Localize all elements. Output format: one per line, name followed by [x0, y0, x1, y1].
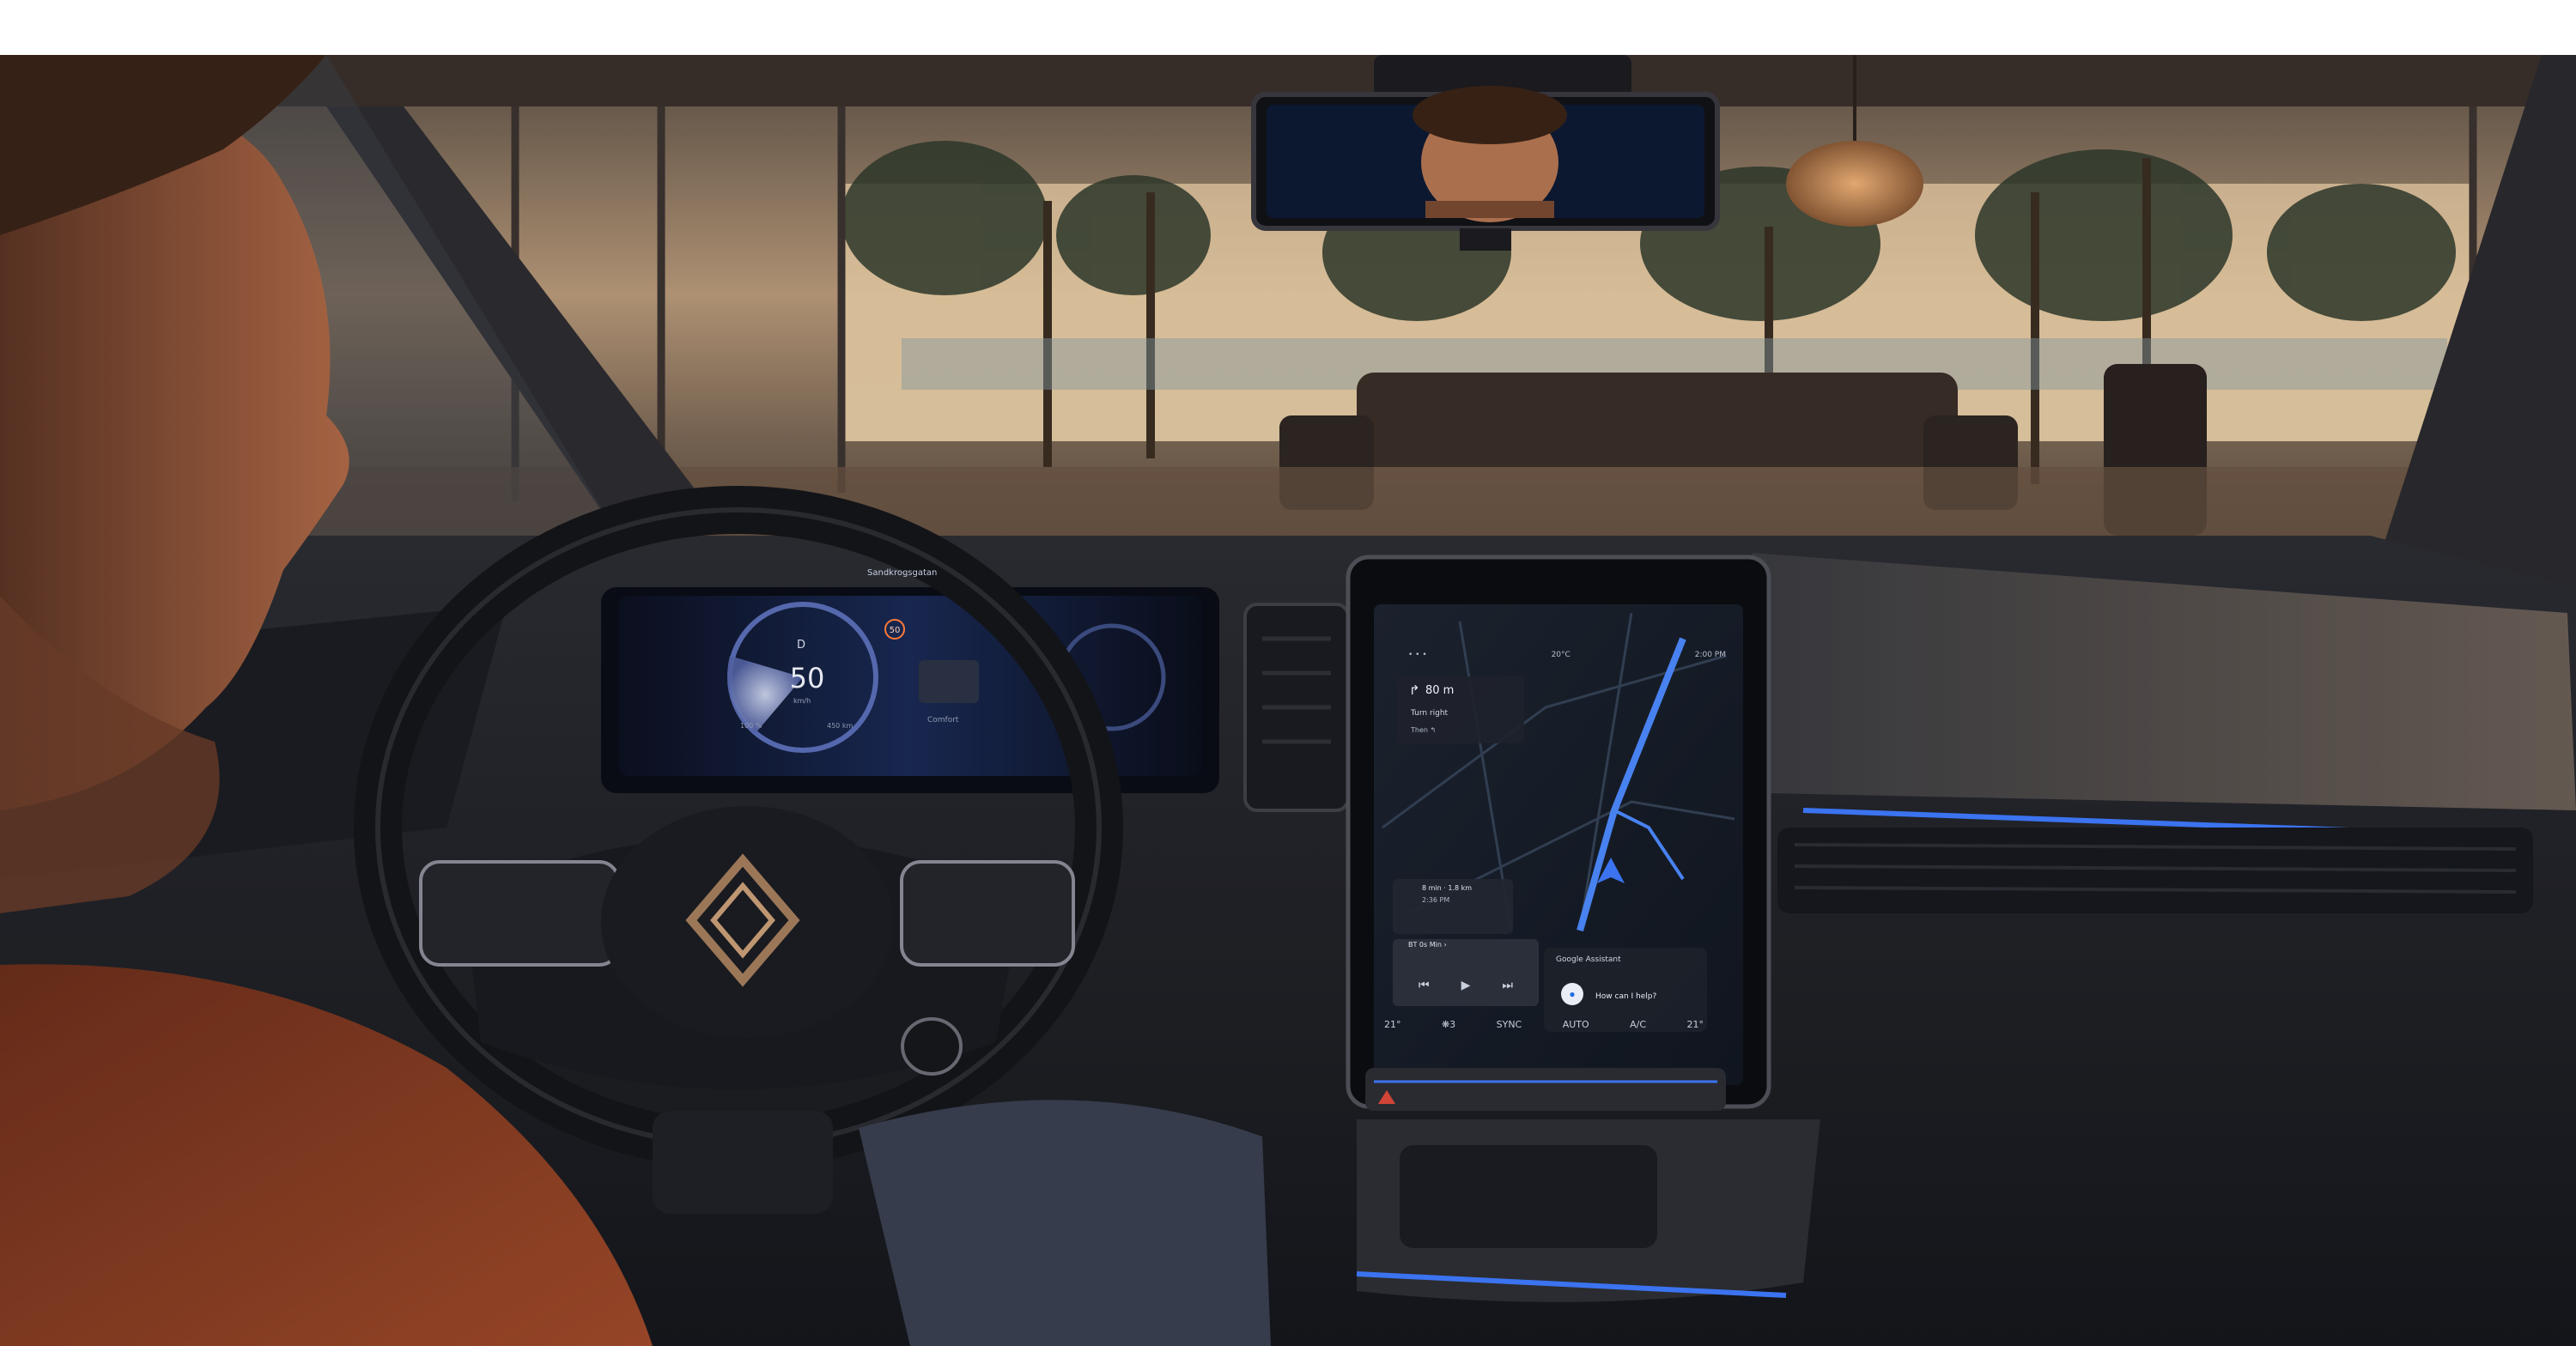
- nav-instruction: Turn right: [1411, 709, 1449, 718]
- nav-next-instruction: Then ↰: [1411, 726, 1437, 734]
- eta-arrival: 2:36 PM: [1422, 896, 1450, 904]
- nav-distance: 80 m: [1425, 684, 1455, 697]
- media-player-card[interactable]: [1393, 939, 1539, 1006]
- cluster-gear: D: [797, 639, 806, 652]
- assistant-title: Google Assistant: [1556, 955, 1621, 964]
- media-source: BT 0s Min ›: [1408, 941, 1447, 949]
- status-icons: • • •: [1408, 651, 1427, 659]
- climate-bar: 21° ❋3 SYNC AUTO A/C 21°: [1384, 1010, 1704, 1039]
- climate-sync-button[interactable]: SYNC: [1497, 1019, 1522, 1030]
- cluster-battery: 100 %: [740, 722, 762, 730]
- cluster-speed: 50: [789, 662, 825, 694]
- status-temp: 20°C: [1551, 651, 1571, 659]
- cluster-street-name: Sandkrogsgatan: [867, 568, 938, 578]
- status-time: 2:00 PM: [1694, 651, 1726, 659]
- climate-right-temp[interactable]: 21°: [1687, 1019, 1704, 1030]
- cluster-speed-unit: km/h: [793, 697, 811, 705]
- climate-ac-button[interactable]: A/C: [1630, 1019, 1646, 1030]
- eta-duration: 8 min · 1.8 km: [1422, 884, 1473, 892]
- car-interior-photo: Sandkrogsgatan D 50 km/h 50 Comfort 100 …: [0, 55, 2576, 1346]
- previous-track-icon[interactable]: ⏮: [1419, 978, 1430, 992]
- climate-auto-button[interactable]: AUTO: [1563, 1019, 1589, 1030]
- screen-status-bar: • • • 20°C 2:00 PM: [1408, 647, 1726, 663]
- play-icon[interactable]: ▶: [1461, 978, 1471, 992]
- assistant-prompt: How can I help?: [1595, 992, 1657, 1001]
- media-controls: ⏮ ▶ ⏭: [1419, 978, 1513, 992]
- assistant-mic-icon[interactable]: ●: [1561, 983, 1583, 1005]
- next-track-icon[interactable]: ⏭: [1502, 978, 1513, 992]
- cluster-drive-mode: Comfort: [927, 716, 959, 725]
- speed-limit-sign: 50: [884, 619, 905, 640]
- fan-speed-icon[interactable]: ❋3: [1442, 1019, 1455, 1030]
- climate-left-temp[interactable]: 21°: [1384, 1019, 1401, 1030]
- cluster-range: 450 km: [827, 722, 854, 730]
- turn-right-icon: ↱: [1409, 683, 1420, 698]
